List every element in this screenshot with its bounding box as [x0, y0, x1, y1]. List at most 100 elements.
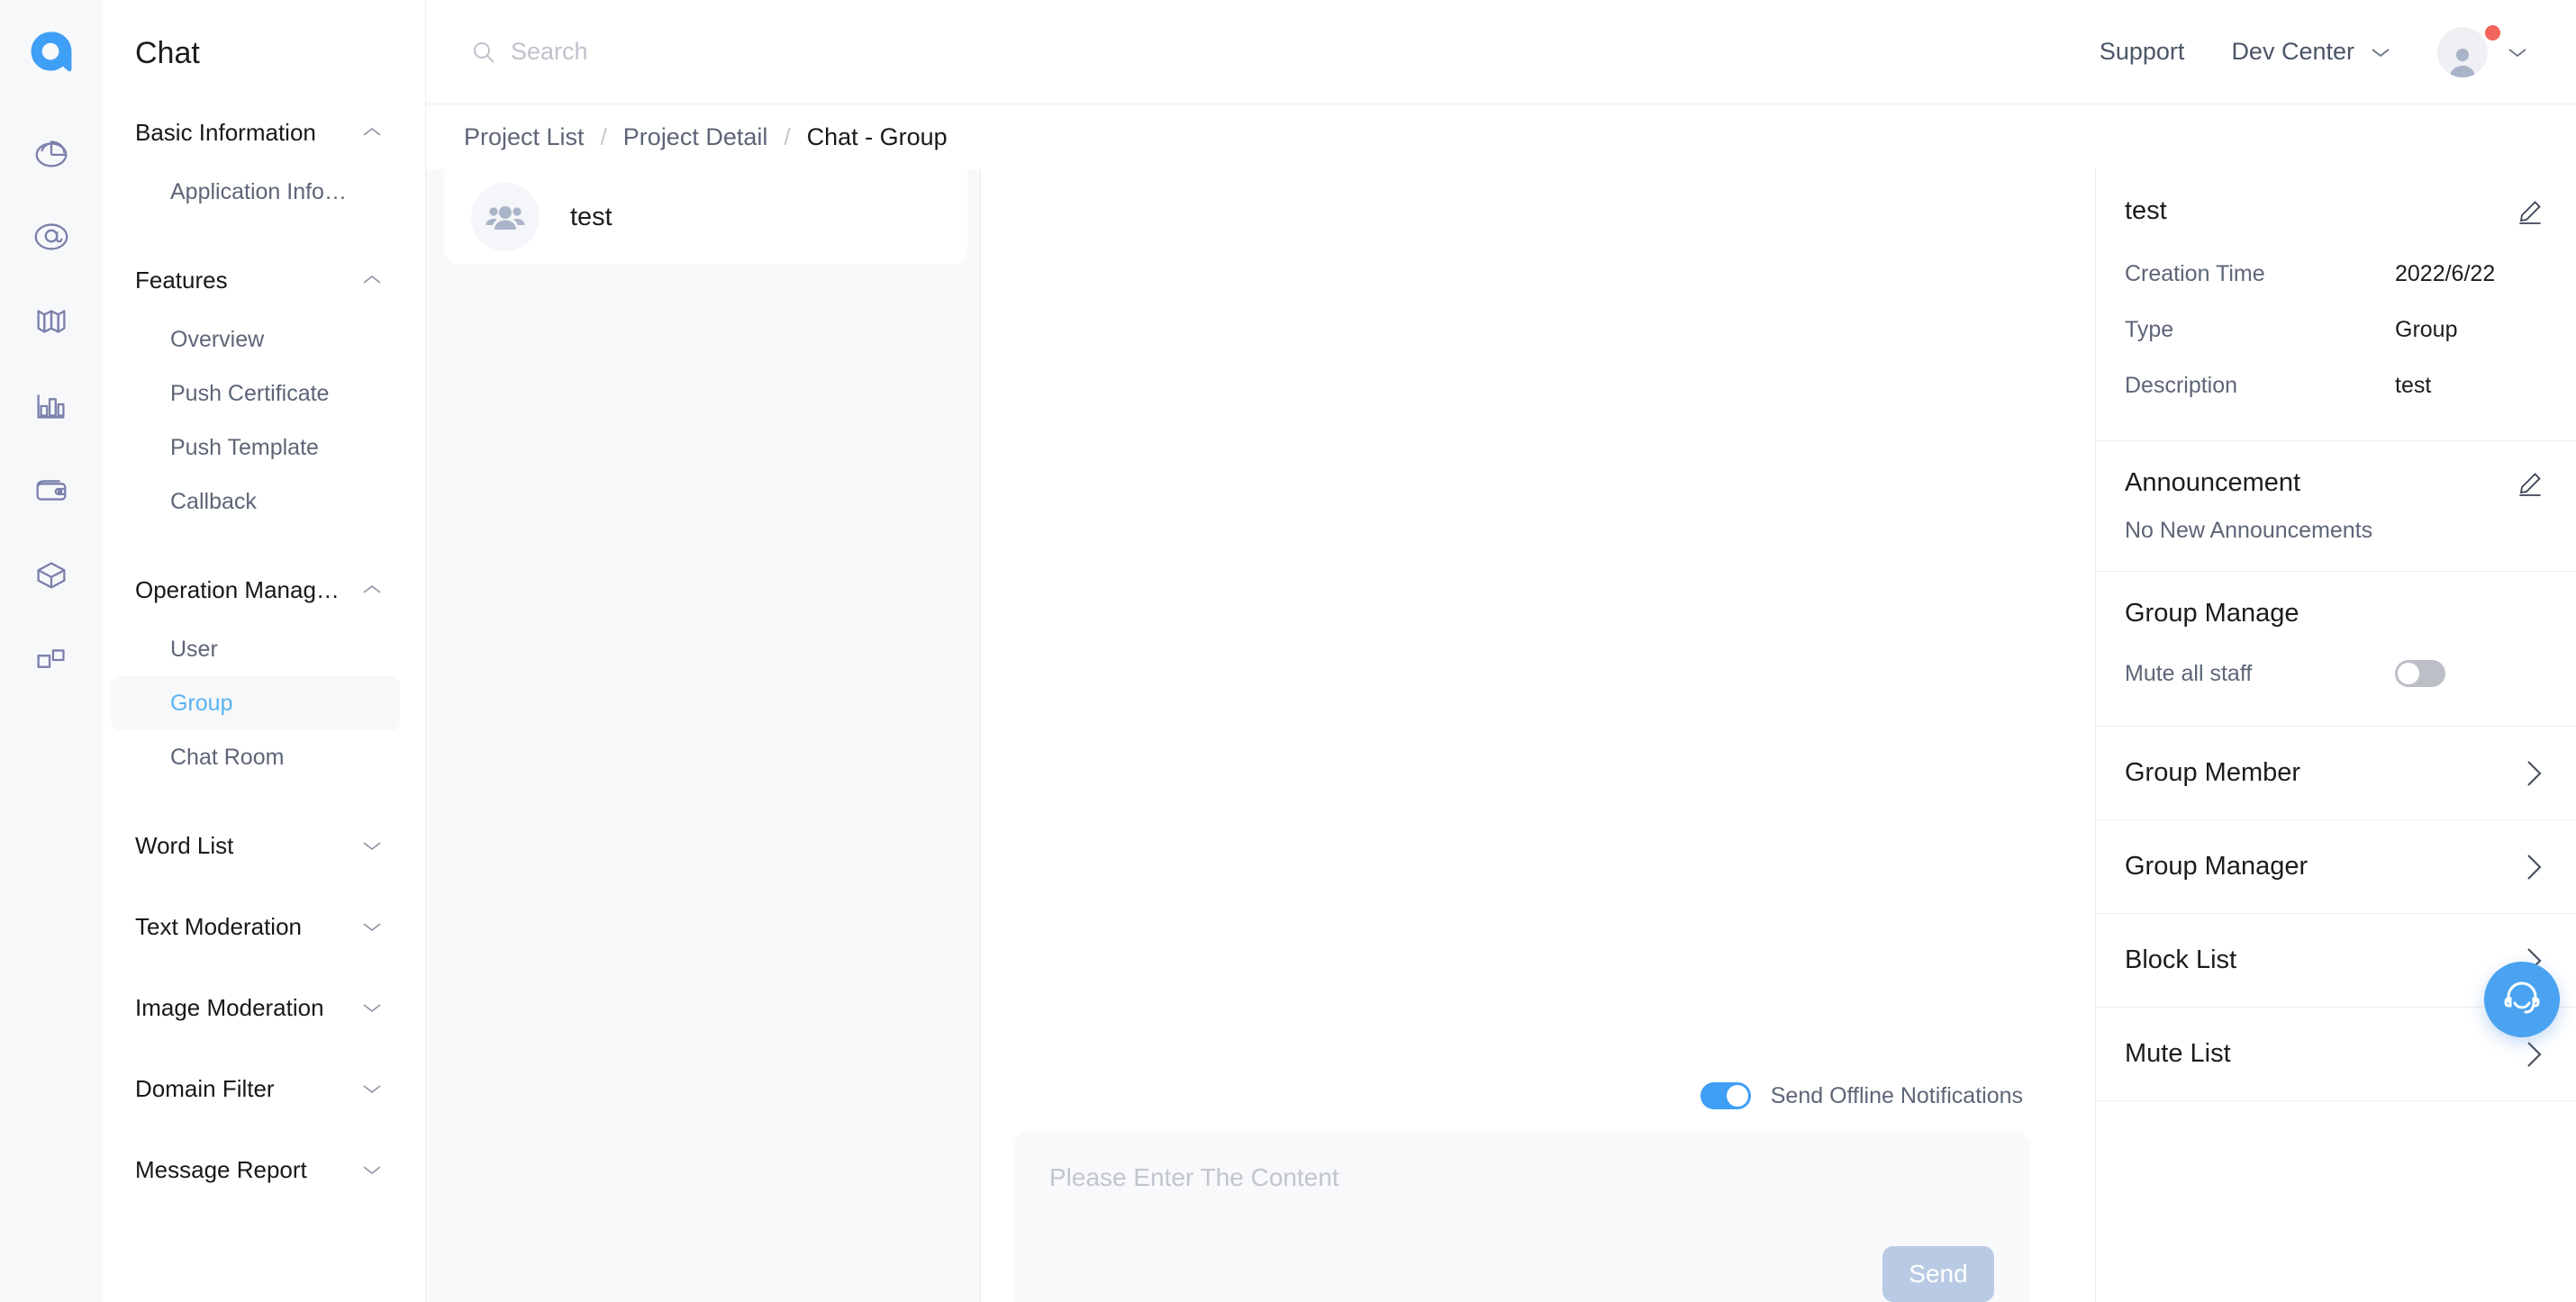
rail-item-mention[interactable]: [23, 211, 79, 267]
nav-sub-operation-management: User Group Chat Room: [102, 622, 425, 784]
top-bar: Support Dev Center: [426, 0, 2576, 104]
group-manage-title: Group Manage: [2125, 599, 2299, 628]
send-offline-notifications-label: Send Offline Notifications: [1770, 1082, 2023, 1108]
announcement-section: Announcement No New Announcements: [2096, 441, 2576, 572]
rail-item-products[interactable]: [23, 549, 79, 605]
nav-group-header-basic-information[interactable]: Basic Information: [102, 113, 425, 152]
edit-group-info-pencil-icon[interactable]: [2517, 198, 2544, 225]
rail-item-statistics[interactable]: [23, 380, 79, 436]
nav-group-header-text-moderation[interactable]: Text Moderation: [102, 907, 425, 946]
nav-group-label: Features: [135, 266, 228, 294]
nav-group-domain-filter: Domain Filter: [102, 1069, 425, 1108]
sidebar-item-application-info[interactable]: Application Info…: [111, 165, 400, 219]
icon-rail: [0, 0, 102, 1302]
nav-group-operation-management: Operation Manag… User Group Chat Room: [102, 570, 425, 784]
mute-all-staff-toggle[interactable]: [2395, 660, 2445, 687]
headset-support-icon: [2499, 974, 2545, 1026]
dev-center-menu[interactable]: Dev Center: [2231, 38, 2390, 66]
content-area: Support Dev Center: [426, 0, 2576, 1302]
breadcrumb-item-project-detail[interactable]: Project Detail: [623, 123, 768, 151]
sidebar-item-push-certificate[interactable]: Push Certificate: [111, 366, 400, 420]
detail-key: Description: [2125, 372, 2238, 398]
breadcrumb-separator: /: [600, 122, 607, 150]
chevron-down-icon: [362, 1163, 382, 1176]
message-composer[interactable]: Please Enter The Content Send: [1013, 1131, 2030, 1302]
bar-chart-icon: [31, 385, 72, 431]
send-button[interactable]: Send: [1882, 1246, 1994, 1302]
toggle-knob: [2398, 663, 2419, 684]
message-input-placeholder[interactable]: Please Enter The Content: [1049, 1163, 1994, 1192]
nav-group-label: Domain Filter: [135, 1074, 275, 1102]
nav-group-label: Basic Information: [135, 118, 316, 146]
nav-group-header-domain-filter[interactable]: Domain Filter: [102, 1069, 425, 1108]
sidebar-item-overview[interactable]: Overview: [111, 312, 400, 366]
avatar: [2437, 26, 2488, 77]
grid-apps-icon: [31, 639, 72, 685]
nav-group-text-moderation: Text Moderation: [102, 907, 425, 946]
send-offline-notifications-toggle[interactable]: [1700, 1082, 1751, 1109]
search-box[interactable]: [471, 38, 961, 66]
sidebar-item-push-template[interactable]: Push Template: [111, 420, 400, 475]
search-input[interactable]: [511, 38, 961, 66]
detail-nav-label: Block List: [2125, 945, 2237, 974]
group-detail-title: test: [2125, 196, 2167, 225]
rail-item-billing[interactable]: [23, 465, 79, 520]
chevron-right-icon: [2524, 759, 2544, 788]
breadcrumb-item-current: Chat - Group: [806, 122, 948, 150]
detail-row-description: Description test: [2125, 357, 2544, 413]
nav-group-header-image-moderation[interactable]: Image Moderation: [102, 988, 425, 1027]
nav-title: Chat: [135, 36, 200, 70]
chevron-up-icon: [362, 126, 382, 139]
support-chat-fab[interactable]: [2484, 962, 2560, 1037]
offline-notification-row: Send Offline Notifications: [981, 1082, 2063, 1109]
nav-group-label: Operation Manag…: [135, 575, 340, 603]
user-menu[interactable]: [2437, 24, 2527, 77]
group-name: test: [570, 202, 612, 231]
wallet-icon: [31, 470, 72, 516]
chevron-down-icon: [362, 1001, 382, 1014]
nav-group-header-message-report[interactable]: Message Report: [102, 1150, 425, 1189]
nav-sidebar: Chat Basic Information Application Info……: [102, 0, 426, 1302]
breadcrumb: Project List / Project Detail / Chat - G…: [426, 104, 2576, 169]
breadcrumb-item-project-list[interactable]: Project List: [464, 123, 585, 151]
chevron-down-icon: [2371, 46, 2390, 59]
rail-item-analytics[interactable]: [23, 126, 79, 182]
nav-group-label: Word List: [135, 831, 234, 859]
edit-announcement-pencil-icon[interactable]: [2517, 470, 2544, 497]
nav-group-image-moderation: Image Moderation: [102, 988, 425, 1027]
nav-group-header-features[interactable]: Features: [102, 260, 425, 300]
chat-panel: Send Offline Notifications Please Enter …: [981, 169, 2095, 1302]
rail-item-apps[interactable]: [23, 634, 79, 690]
list-item[interactable]: test: [444, 169, 967, 265]
group-list-panel: test: [426, 169, 981, 1302]
sidebar-item-chat-room[interactable]: Chat Room: [111, 730, 400, 784]
announcement-header: Announcement: [2125, 468, 2544, 498]
nav-group-header-word-list[interactable]: Word List: [102, 826, 425, 865]
mute-all-staff-row: Mute all staff: [2125, 648, 2544, 699]
chevron-up-icon: [362, 583, 382, 596]
rail-item-docs[interactable]: [23, 295, 79, 351]
chevron-down-icon: [362, 839, 382, 852]
message-list: [981, 169, 2095, 1082]
package-icon: [31, 555, 72, 601]
nav-group-label: Text Moderation: [135, 912, 302, 940]
detail-row-creation-time: Creation Time 2022/6/22: [2125, 246, 2544, 302]
chevron-down-icon: [2508, 46, 2527, 59]
brand-logo-icon[interactable]: [24, 25, 78, 79]
support-link[interactable]: Support: [2100, 38, 2185, 66]
nav-group-label: Message Report: [135, 1155, 307, 1183]
sidebar-item-user[interactable]: User: [111, 622, 400, 676]
chevron-down-icon: [362, 920, 382, 933]
detail-nav-group-member[interactable]: Group Member: [2096, 727, 2576, 820]
sidebar-item-group[interactable]: Group: [111, 676, 400, 730]
nav-group-basic-information: Basic Information Application Info…: [102, 113, 425, 219]
sidebar-item-callback[interactable]: Callback: [111, 475, 400, 529]
nav-group-header-operation-management[interactable]: Operation Manag…: [102, 570, 425, 610]
mute-all-staff-label: Mute all staff: [2125, 660, 2253, 686]
detail-nav-group-manager[interactable]: Group Manager: [2096, 820, 2576, 914]
app-root: Chat Basic Information Application Info……: [0, 0, 2576, 1302]
chat-footer: Send Offline Notifications Please Enter …: [981, 1082, 2095, 1302]
breadcrumb-separator: /: [784, 122, 791, 150]
group-info-header: test: [2125, 196, 2544, 226]
nav-group-message-report: Message Report: [102, 1150, 425, 1189]
